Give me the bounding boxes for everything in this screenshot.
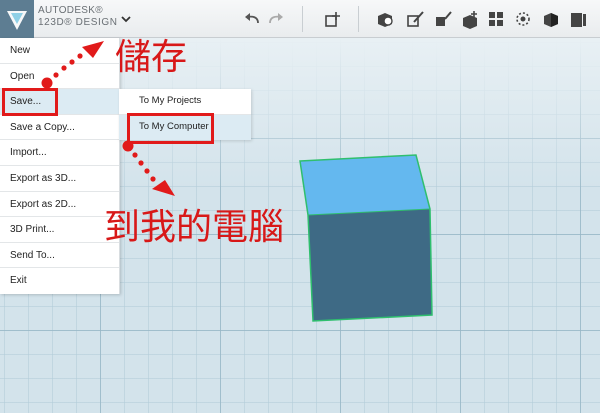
cube-object[interactable]	[299, 154, 433, 322]
menu-item-exit[interactable]: Exit	[0, 268, 119, 294]
menu-item-export-2d[interactable]: Export as 2D...	[0, 192, 119, 218]
submenu-item-to-my-projects[interactable]: To My Projects	[119, 89, 251, 115]
redo-icon[interactable]	[265, 8, 287, 30]
menu-item-open[interactable]: Open	[0, 64, 119, 90]
cube-front-face[interactable]	[308, 209, 432, 321]
chevron-down-icon[interactable]	[119, 12, 133, 26]
menu-item-import[interactable]: Import...	[0, 140, 119, 166]
menu-item-3d-print[interactable]: 3D Print...	[0, 217, 119, 243]
transform-icon[interactable]	[321, 8, 343, 30]
pattern-icon[interactable]	[485, 8, 507, 30]
menu-item-new[interactable]: New	[0, 38, 119, 64]
toolbar-divider	[302, 6, 303, 32]
submenu-item-to-my-computer[interactable]: To My Computer	[119, 114, 251, 140]
app-logo[interactable]	[0, 0, 34, 38]
top-toolbar: AUTODESK® 123D® DESIGN	[0, 0, 600, 38]
toolbar-divider	[358, 6, 359, 32]
menu-item-export-3d[interactable]: Export as 3D...	[0, 166, 119, 192]
menu-item-save[interactable]: Save...	[0, 89, 119, 115]
construct-icon[interactable]	[432, 8, 454, 30]
modify-icon[interactable]	[459, 8, 481, 30]
combine-icon[interactable]	[540, 8, 562, 30]
measure-icon[interactable]	[566, 8, 588, 30]
cube-top-face[interactable]	[300, 155, 430, 215]
brand-line-1: AUTODESK®	[38, 5, 103, 16]
logo-mark-icon	[7, 11, 27, 30]
brand-line-2: 123D® DESIGN	[38, 17, 118, 28]
undo-icon[interactable]	[241, 8, 263, 30]
grouping-icon[interactable]	[512, 8, 534, 30]
menu-item-save-a-copy[interactable]: Save a Copy...	[0, 115, 119, 141]
primitives-icon[interactable]	[374, 8, 396, 30]
menu-item-send-to[interactable]: Send To...	[0, 243, 119, 269]
brand-title: AUTODESK® 123D® DESIGN	[38, 5, 118, 29]
save-submenu: To My Projects To My Computer	[119, 89, 251, 140]
sketch-icon[interactable]	[404, 8, 426, 30]
app-main-menu: New Open Save... Save a Copy... Import..…	[0, 38, 120, 294]
